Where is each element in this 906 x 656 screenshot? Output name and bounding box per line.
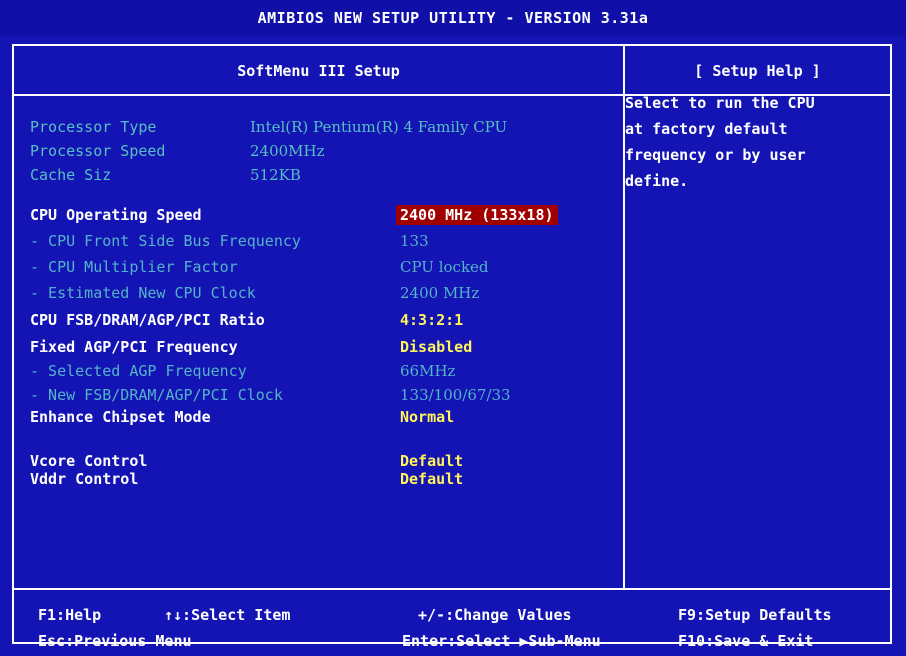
processor-type-value: Intel(R) Pentium(R) 4 Family CPU [250, 118, 508, 136]
footer-help: F1:Help [38, 606, 102, 624]
setting-fsb-frequency: - CPU Front Side Bus Frequency [30, 232, 301, 250]
footer-previous-menu: Esc:Previous Menu [38, 632, 192, 650]
footer-save-exit: F10:Save & Exit [678, 632, 814, 650]
setting-estimated-cpu-clock: - Estimated New CPU Clock [30, 284, 256, 302]
processor-type-label: Processor Type [30, 118, 157, 136]
help-text: Select to run the CPU at factory default… [625, 90, 870, 194]
value-fsb-ratio[interactable]: 4:3:2:1 [400, 311, 463, 329]
setting-multiplier-factor: - CPU Multiplier Factor [30, 258, 238, 276]
processor-speed-value: 2400MHz [250, 142, 325, 160]
setting-fixed-agp-pci[interactable]: Fixed AGP/PCI Frequency [30, 338, 238, 356]
value-new-clock: 133/100/67/33 [400, 386, 511, 404]
setting-new-clock: - New FSB/DRAM/AGP/PCI Clock [30, 386, 283, 404]
value-fixed-agp-pci[interactable]: Disabled [400, 338, 472, 356]
setting-vddr-control[interactable]: Vddr Control [30, 470, 138, 488]
value-selected-agp-frequency: 66MHz [400, 362, 456, 380]
help-line: at factory default [625, 120, 788, 138]
value-enhance-chipset[interactable]: Normal [400, 408, 454, 426]
footer-select-item: ↑↓:Select Item [164, 606, 291, 624]
value-multiplier-factor: CPU locked [400, 258, 489, 276]
setting-selected-agp-frequency: - Selected AGP Frequency [30, 362, 247, 380]
processor-speed-label: Processor Speed [30, 142, 166, 160]
value-fsb-frequency: 133 [400, 232, 429, 250]
setting-fsb-ratio[interactable]: CPU FSB/DRAM/AGP/PCI Ratio [30, 311, 265, 329]
cache-size-label: Cache Siz [30, 166, 112, 184]
help-title: [ Setup Help ] [694, 62, 821, 80]
help-line: frequency or by user [625, 146, 806, 164]
window-title: AMIBIOS NEW SETUP UTILITY - VERSION 3.31… [0, 0, 906, 36]
value-vddr-control[interactable]: Default [400, 470, 463, 488]
value-cpu-operating-speed[interactable]: 2400 MHz (133x18) [396, 205, 558, 225]
selected-value[interactable]: 2400 MHz (133x18) [396, 205, 558, 225]
help-line: Select to run the CPU [625, 94, 815, 112]
value-estimated-cpu-clock: 2400 MHz [400, 284, 480, 302]
value-vcore-control[interactable]: Default [400, 452, 463, 470]
setting-cpu-operating-speed[interactable]: CPU Operating Speed [30, 206, 202, 224]
footer-change-values: +/-:Change Values [418, 606, 572, 624]
cache-size-value: 512KB [250, 166, 301, 184]
footer-setup-defaults: F9:Setup Defaults [678, 606, 832, 624]
footer-divider [14, 588, 890, 590]
help-line: define. [625, 172, 689, 190]
panel-title: SoftMenu III Setup [237, 62, 400, 80]
setting-vcore-control[interactable]: Vcore Control [30, 452, 147, 470]
setting-enhance-chipset[interactable]: Enhance Chipset Mode [30, 408, 211, 426]
footer-select-submenu: Enter:Select ▶Sub-Menu [402, 632, 601, 650]
